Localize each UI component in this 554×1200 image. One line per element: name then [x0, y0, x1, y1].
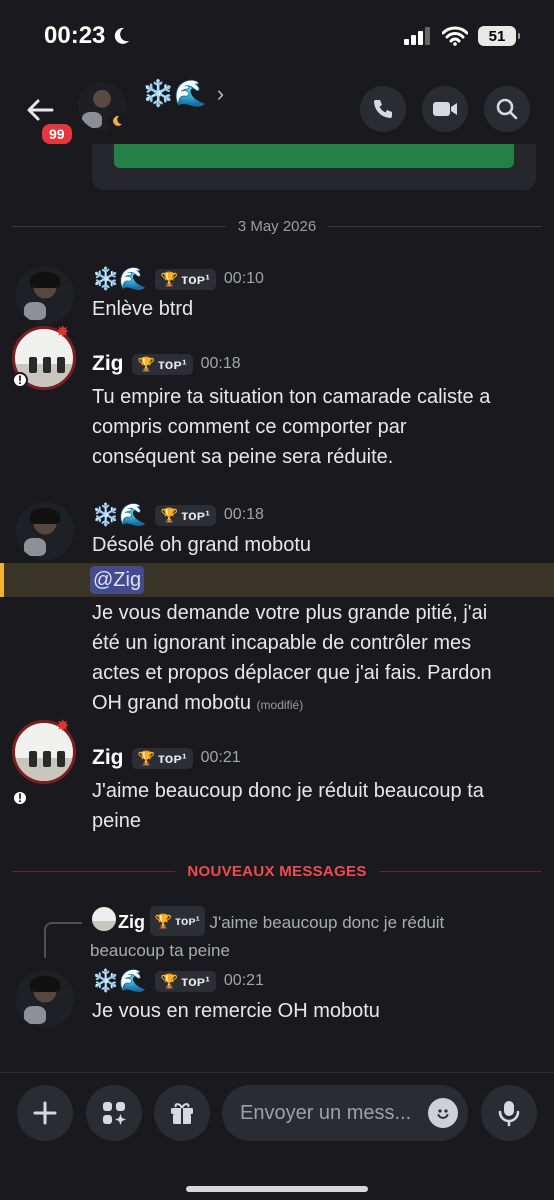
- avatar[interactable]: [16, 502, 74, 560]
- sparkle-icon: ✸: [56, 324, 70, 341]
- plus-icon: [33, 1101, 57, 1125]
- username[interactable]: ❄️🌊: [92, 502, 147, 528]
- reply-text-line2: beaucoup ta peine: [90, 941, 230, 960]
- username[interactable]: Zig: [92, 352, 124, 376]
- timestamp: 00:18: [223, 506, 264, 523]
- date-divider-label: 3 May 2026: [237, 218, 317, 235]
- search-icon: [496, 98, 518, 120]
- username[interactable]: Zig: [92, 746, 124, 770]
- username[interactable]: ❄️🌊: [92, 968, 147, 994]
- sparkle-icon: ✸: [56, 718, 70, 735]
- edited-label: (modifié): [256, 698, 304, 712]
- phone-icon: [374, 100, 392, 118]
- status-bar: 00:23 51: [0, 0, 554, 72]
- new-messages-divider: NOUVEAUX MESSAGES: [12, 863, 542, 880]
- reply-preview[interactable]: Zig 🏆 ᴛᴏᴘ¹ J'aime beaucoup donc je réduit…: [90, 906, 530, 965]
- new-messages-label: NOUVEAUX MESSAGES: [187, 863, 367, 880]
- role-tag: 🏆 ᴛᴏᴘ¹: [149, 906, 205, 936]
- reply-avatar: [92, 907, 116, 931]
- trophy-icon: 🏆: [160, 972, 179, 989]
- message-composer: Envoyer un mess...: [0, 1072, 554, 1200]
- embed-action-button[interactable]: [114, 144, 514, 168]
- unread-badge: 99: [40, 122, 74, 146]
- voice-message-button[interactable]: [481, 1085, 537, 1141]
- channel-header: 99 ❄️🌊 ›: [0, 72, 554, 146]
- message-input[interactable]: Envoyer un mess...: [222, 1085, 468, 1141]
- role-tag: 🏆 ᴛᴏᴘ¹: [131, 747, 193, 769]
- user-mention[interactable]: @Zig: [90, 566, 145, 594]
- battery-indicator: 51: [478, 26, 520, 46]
- message-text: Désolé oh grand mobotu: [92, 534, 312, 556]
- sparkles-icon: [103, 1102, 126, 1125]
- back-button[interactable]: 99: [16, 82, 74, 146]
- username[interactable]: ❄️🌊: [92, 266, 147, 292]
- reply-connector: [44, 922, 82, 958]
- timestamp: 00:21: [223, 972, 264, 989]
- video-call-button[interactable]: [422, 86, 468, 132]
- idle-status-icon: [108, 112, 126, 130]
- home-indicator[interactable]: [186, 1186, 368, 1192]
- trophy-icon: 🏆: [137, 749, 155, 766]
- search-button[interactable]: [484, 86, 530, 132]
- reply-text-line1: J'aime beaucoup donc je réduit: [209, 913, 445, 932]
- warning-icon: !: [12, 372, 28, 388]
- message-text: Je vous en remercie OH mobotu: [92, 1000, 380, 1022]
- attach-button[interactable]: [17, 1085, 73, 1141]
- microphone-icon: [498, 1101, 520, 1127]
- previous-embed: [92, 144, 536, 190]
- channel-name-label: ❄️🌊: [142, 78, 207, 108]
- avatar[interactable]: [16, 970, 74, 1028]
- trophy-icon: 🏆: [160, 506, 179, 523]
- role-tag: 🏆 ᴛᴏᴘ¹: [154, 504, 216, 526]
- role-tag: 🏆 ᴛᴏᴘ¹: [154, 970, 216, 992]
- apps-button[interactable]: [86, 1085, 142, 1141]
- emoji-button[interactable]: [428, 1098, 458, 1128]
- trophy-icon: 🏆: [160, 270, 179, 287]
- clock-time: 00:23: [44, 22, 106, 49]
- clock: 00:23: [44, 22, 131, 50]
- smiley-icon: [437, 1109, 449, 1119]
- role-tag: 🏆 ᴛᴏᴘ¹: [131, 353, 193, 375]
- status-icons: 51: [404, 26, 520, 46]
- timestamp: 00:10: [223, 270, 264, 287]
- message-text: J'aime beaucoup donc je réduit beaucoup …: [92, 780, 484, 832]
- timestamp: 00:18: [200, 355, 241, 372]
- warning-icon: !: [12, 790, 28, 806]
- signal-icon: [404, 27, 430, 45]
- moon-icon: [115, 27, 130, 44]
- avatar[interactable]: [16, 266, 74, 324]
- message-text-continued: Je vous demande votre plus grande pitié,…: [92, 602, 492, 714]
- gift-icon: [171, 1103, 193, 1124]
- message-input-placeholder: Envoyer un mess...: [240, 1101, 412, 1124]
- voice-call-button[interactable]: [360, 86, 406, 132]
- gift-button[interactable]: [154, 1085, 210, 1141]
- date-divider: 3 May 2026: [12, 218, 543, 235]
- reply-author: Zig: [118, 912, 145, 932]
- chevron-right-icon: ›: [216, 80, 225, 106]
- wifi-icon: [442, 26, 468, 46]
- trophy-icon: 🏆: [137, 355, 155, 372]
- message-text: Tu empire ta situation ton camarade cali…: [92, 386, 491, 468]
- mention-highlight: [0, 563, 554, 597]
- channel-name[interactable]: ❄️🌊 ›: [142, 78, 224, 109]
- trophy-icon: 🏆: [154, 913, 173, 929]
- role-tag: 🏆 ᴛᴏᴘ¹: [154, 268, 216, 290]
- video-camera-icon: [433, 102, 457, 116]
- timestamp: 00:21: [200, 749, 241, 766]
- message-text: Enlève btrd: [92, 298, 194, 320]
